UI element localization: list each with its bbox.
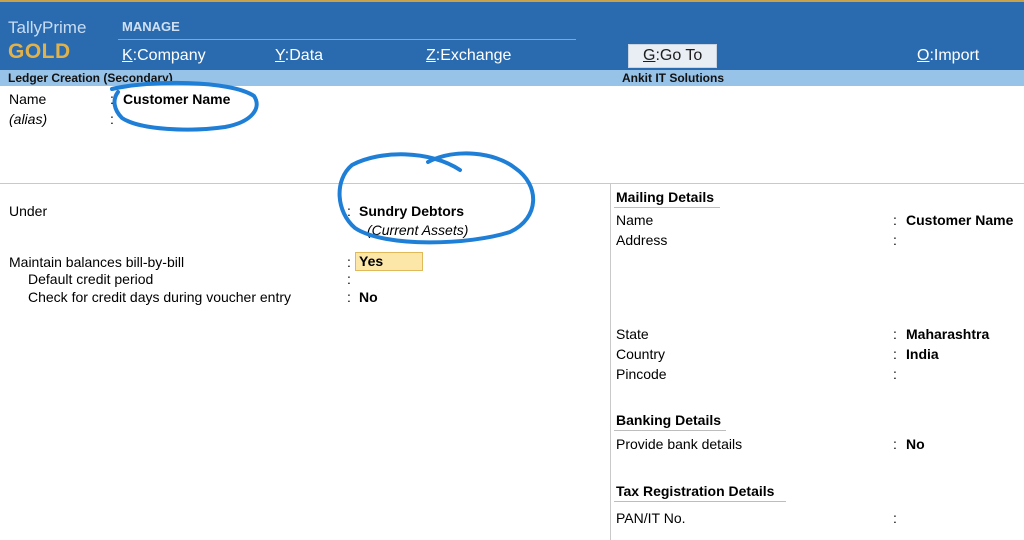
menu-divider bbox=[118, 39, 576, 40]
colon: : bbox=[893, 510, 897, 526]
menu-key: Y bbox=[275, 47, 285, 64]
pincode-label: Pincode bbox=[616, 366, 667, 382]
heading-underline bbox=[614, 501, 786, 502]
under-field[interactable]: Sundry Debtors bbox=[359, 203, 464, 219]
top-menu-bar: TallyPrime GOLD MANAGE K:Company Y:Data … bbox=[0, 0, 1024, 70]
under-parent-group: (Current Assets) bbox=[367, 222, 469, 238]
colon: : bbox=[110, 111, 114, 127]
pan-field[interactable] bbox=[906, 510, 1006, 526]
tax-heading: Tax Registration Details bbox=[616, 483, 775, 499]
alias-field[interactable] bbox=[123, 111, 243, 127]
menu-item-company[interactable]: K:Company bbox=[122, 47, 206, 65]
colon: : bbox=[893, 232, 897, 248]
under-label: Under bbox=[9, 203, 48, 219]
menu-label: Company bbox=[137, 47, 206, 64]
bank-details-field[interactable]: No bbox=[906, 436, 925, 452]
menu-item-goto[interactable]: G:Go To bbox=[628, 44, 718, 68]
menu-key: K bbox=[122, 47, 133, 64]
menu-item-data[interactable]: Y:Data bbox=[275, 47, 323, 65]
bank-details-label: Provide bank details bbox=[616, 436, 743, 452]
menu-item-exchange[interactable]: Z:Exchange bbox=[426, 47, 511, 65]
colon: : bbox=[347, 289, 351, 305]
menu-key: O bbox=[917, 47, 930, 64]
heading-underline bbox=[614, 430, 726, 431]
colon: : bbox=[893, 326, 897, 342]
alias-label: (alias) bbox=[9, 111, 48, 127]
name-label: Name bbox=[9, 91, 47, 107]
screen-title-bar: Ledger Creation (Secondary) Ankit IT Sol… bbox=[0, 70, 1024, 86]
column-divider bbox=[610, 183, 611, 540]
colon: : bbox=[893, 346, 897, 362]
state-label: State bbox=[616, 326, 649, 342]
mailing-name-label: Name bbox=[616, 212, 654, 228]
pan-label: PAN/IT No. bbox=[616, 510, 686, 526]
menu-label: Data bbox=[289, 47, 324, 64]
colon: : bbox=[347, 271, 351, 287]
menu-section-label: MANAGE bbox=[122, 19, 180, 34]
colon: : bbox=[893, 436, 897, 452]
credit-days-label: Check for credit days during voucher ent… bbox=[28, 289, 292, 305]
colon: : bbox=[110, 91, 114, 107]
credit-period-field[interactable] bbox=[359, 271, 419, 287]
menu-label: Go To bbox=[659, 47, 703, 64]
mailing-name-field[interactable]: Customer Name bbox=[906, 212, 1013, 228]
app-edition: GOLD bbox=[8, 40, 71, 63]
bill-by-bill-label: Maintain balances bill-by-bill bbox=[9, 254, 185, 270]
colon: : bbox=[893, 212, 897, 228]
colon: : bbox=[893, 366, 897, 382]
app-name: TallyPrime bbox=[8, 18, 87, 37]
mailing-address-label: Address bbox=[616, 232, 668, 248]
pincode-field[interactable] bbox=[906, 366, 986, 382]
state-field[interactable]: Maharashtra bbox=[906, 326, 989, 342]
colon: : bbox=[347, 203, 351, 219]
country-field[interactable]: India bbox=[906, 346, 939, 362]
menu-key: Z bbox=[426, 47, 436, 64]
mailing-address-field[interactable] bbox=[906, 232, 1016, 248]
banking-heading: Banking Details bbox=[616, 412, 722, 428]
country-label: Country bbox=[616, 346, 666, 362]
name-field[interactable]: Customer Name bbox=[123, 91, 230, 107]
company-name: Ankit IT Solutions bbox=[622, 71, 724, 85]
credit-days-field[interactable]: No bbox=[359, 289, 378, 305]
colon: : bbox=[347, 254, 351, 270]
section-divider bbox=[0, 183, 1024, 184]
heading-underline bbox=[614, 207, 720, 208]
mailing-heading: Mailing Details bbox=[616, 189, 715, 205]
screen-title: Ledger Creation (Secondary) bbox=[8, 71, 173, 85]
menu-label: Exchange bbox=[440, 47, 512, 64]
menu-key: G bbox=[643, 47, 656, 64]
menu-label: Import bbox=[933, 47, 980, 64]
bill-by-bill-field[interactable]: Yes bbox=[355, 252, 423, 271]
menu-item-import[interactable]: O:Import bbox=[917, 47, 979, 65]
credit-period-label: Default credit period bbox=[28, 271, 154, 287]
